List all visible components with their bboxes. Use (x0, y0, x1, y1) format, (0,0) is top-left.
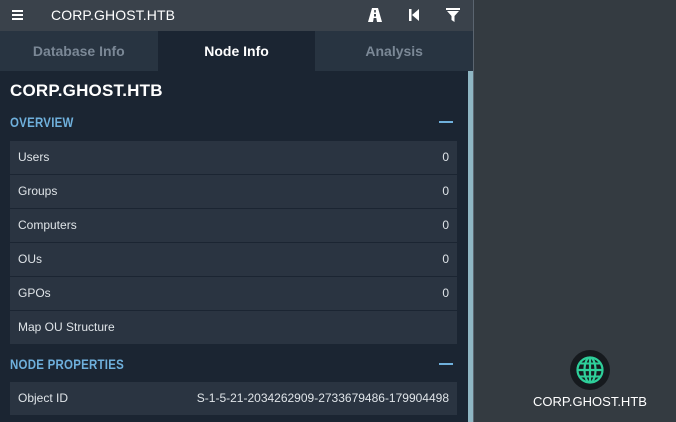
row-value: 0 (442, 184, 449, 198)
side-panel: CORP.GHOST.HTB Database Info Node Info A… (0, 0, 474, 422)
overview-row-users[interactable]: Users 0 (10, 141, 457, 174)
filter-icon[interactable] (445, 7, 461, 23)
row-label: Map OU Structure (18, 320, 115, 334)
scrollbar[interactable] (468, 71, 473, 422)
overview-row-groups[interactable]: Groups 0 (10, 175, 457, 208)
node-info-content: CORP.GHOST.HTB OVERVIEW Users 0 Groups 0… (0, 71, 468, 422)
overview-row-gpos[interactable]: GPOs 0 (10, 277, 457, 310)
property-row-object-id[interactable]: Object ID S-1-5-21-2034262909-2733679486… (10, 382, 457, 415)
node-title: CORP.GHOST.HTB (10, 81, 163, 100)
node-properties-title: NODE PROPERTIES (10, 356, 125, 372)
graph-node-label: CORP.GHOST.HTB (533, 394, 647, 409)
map-ou-structure-button[interactable]: Map OU Structure (10, 311, 457, 344)
tab-node-info[interactable]: Node Info (157, 31, 316, 71)
row-label: Users (18, 150, 50, 164)
row-label: Groups (18, 184, 58, 198)
row-label: OUs (18, 252, 42, 266)
search-bar: CORP.GHOST.HTB (0, 0, 473, 31)
row-label: Object ID (18, 391, 69, 405)
node-properties-section-header[interactable]: NODE PROPERTIES (10, 353, 453, 375)
globe-icon (570, 350, 610, 390)
row-label: GPOs (18, 286, 51, 300)
overview-section-header[interactable]: OVERVIEW (10, 111, 453, 133)
row-value: S-1-5-21-2034262909-2733679486-179904498 (196, 391, 449, 405)
menu-icon[interactable] (11, 8, 25, 22)
overview-row-ous[interactable]: OUs 0 (10, 243, 457, 276)
pathfinding-road-icon[interactable] (367, 7, 383, 23)
overview-row-computers[interactable]: Computers 0 (10, 209, 457, 242)
row-value: 0 (442, 218, 449, 232)
collapse-icon[interactable] (439, 363, 453, 365)
tab-database-info[interactable]: Database Info (0, 31, 158, 71)
tab-analysis[interactable]: Analysis (315, 31, 473, 71)
back-skip-icon[interactable] (406, 7, 422, 23)
row-label: Computers (18, 218, 77, 232)
tab-bar: Database Info Node Info Analysis (0, 31, 473, 71)
scrollbar-thumb[interactable] (468, 71, 473, 422)
row-value: 0 (442, 286, 449, 300)
collapse-icon[interactable] (439, 121, 453, 123)
overview-title: OVERVIEW (10, 114, 74, 130)
row-value: 0 (442, 252, 449, 266)
search-input[interactable]: CORP.GHOST.HTB (51, 7, 175, 23)
row-value: 0 (442, 150, 449, 164)
graph-node-domain[interactable]: CORP.GHOST.HTB (520, 347, 660, 417)
